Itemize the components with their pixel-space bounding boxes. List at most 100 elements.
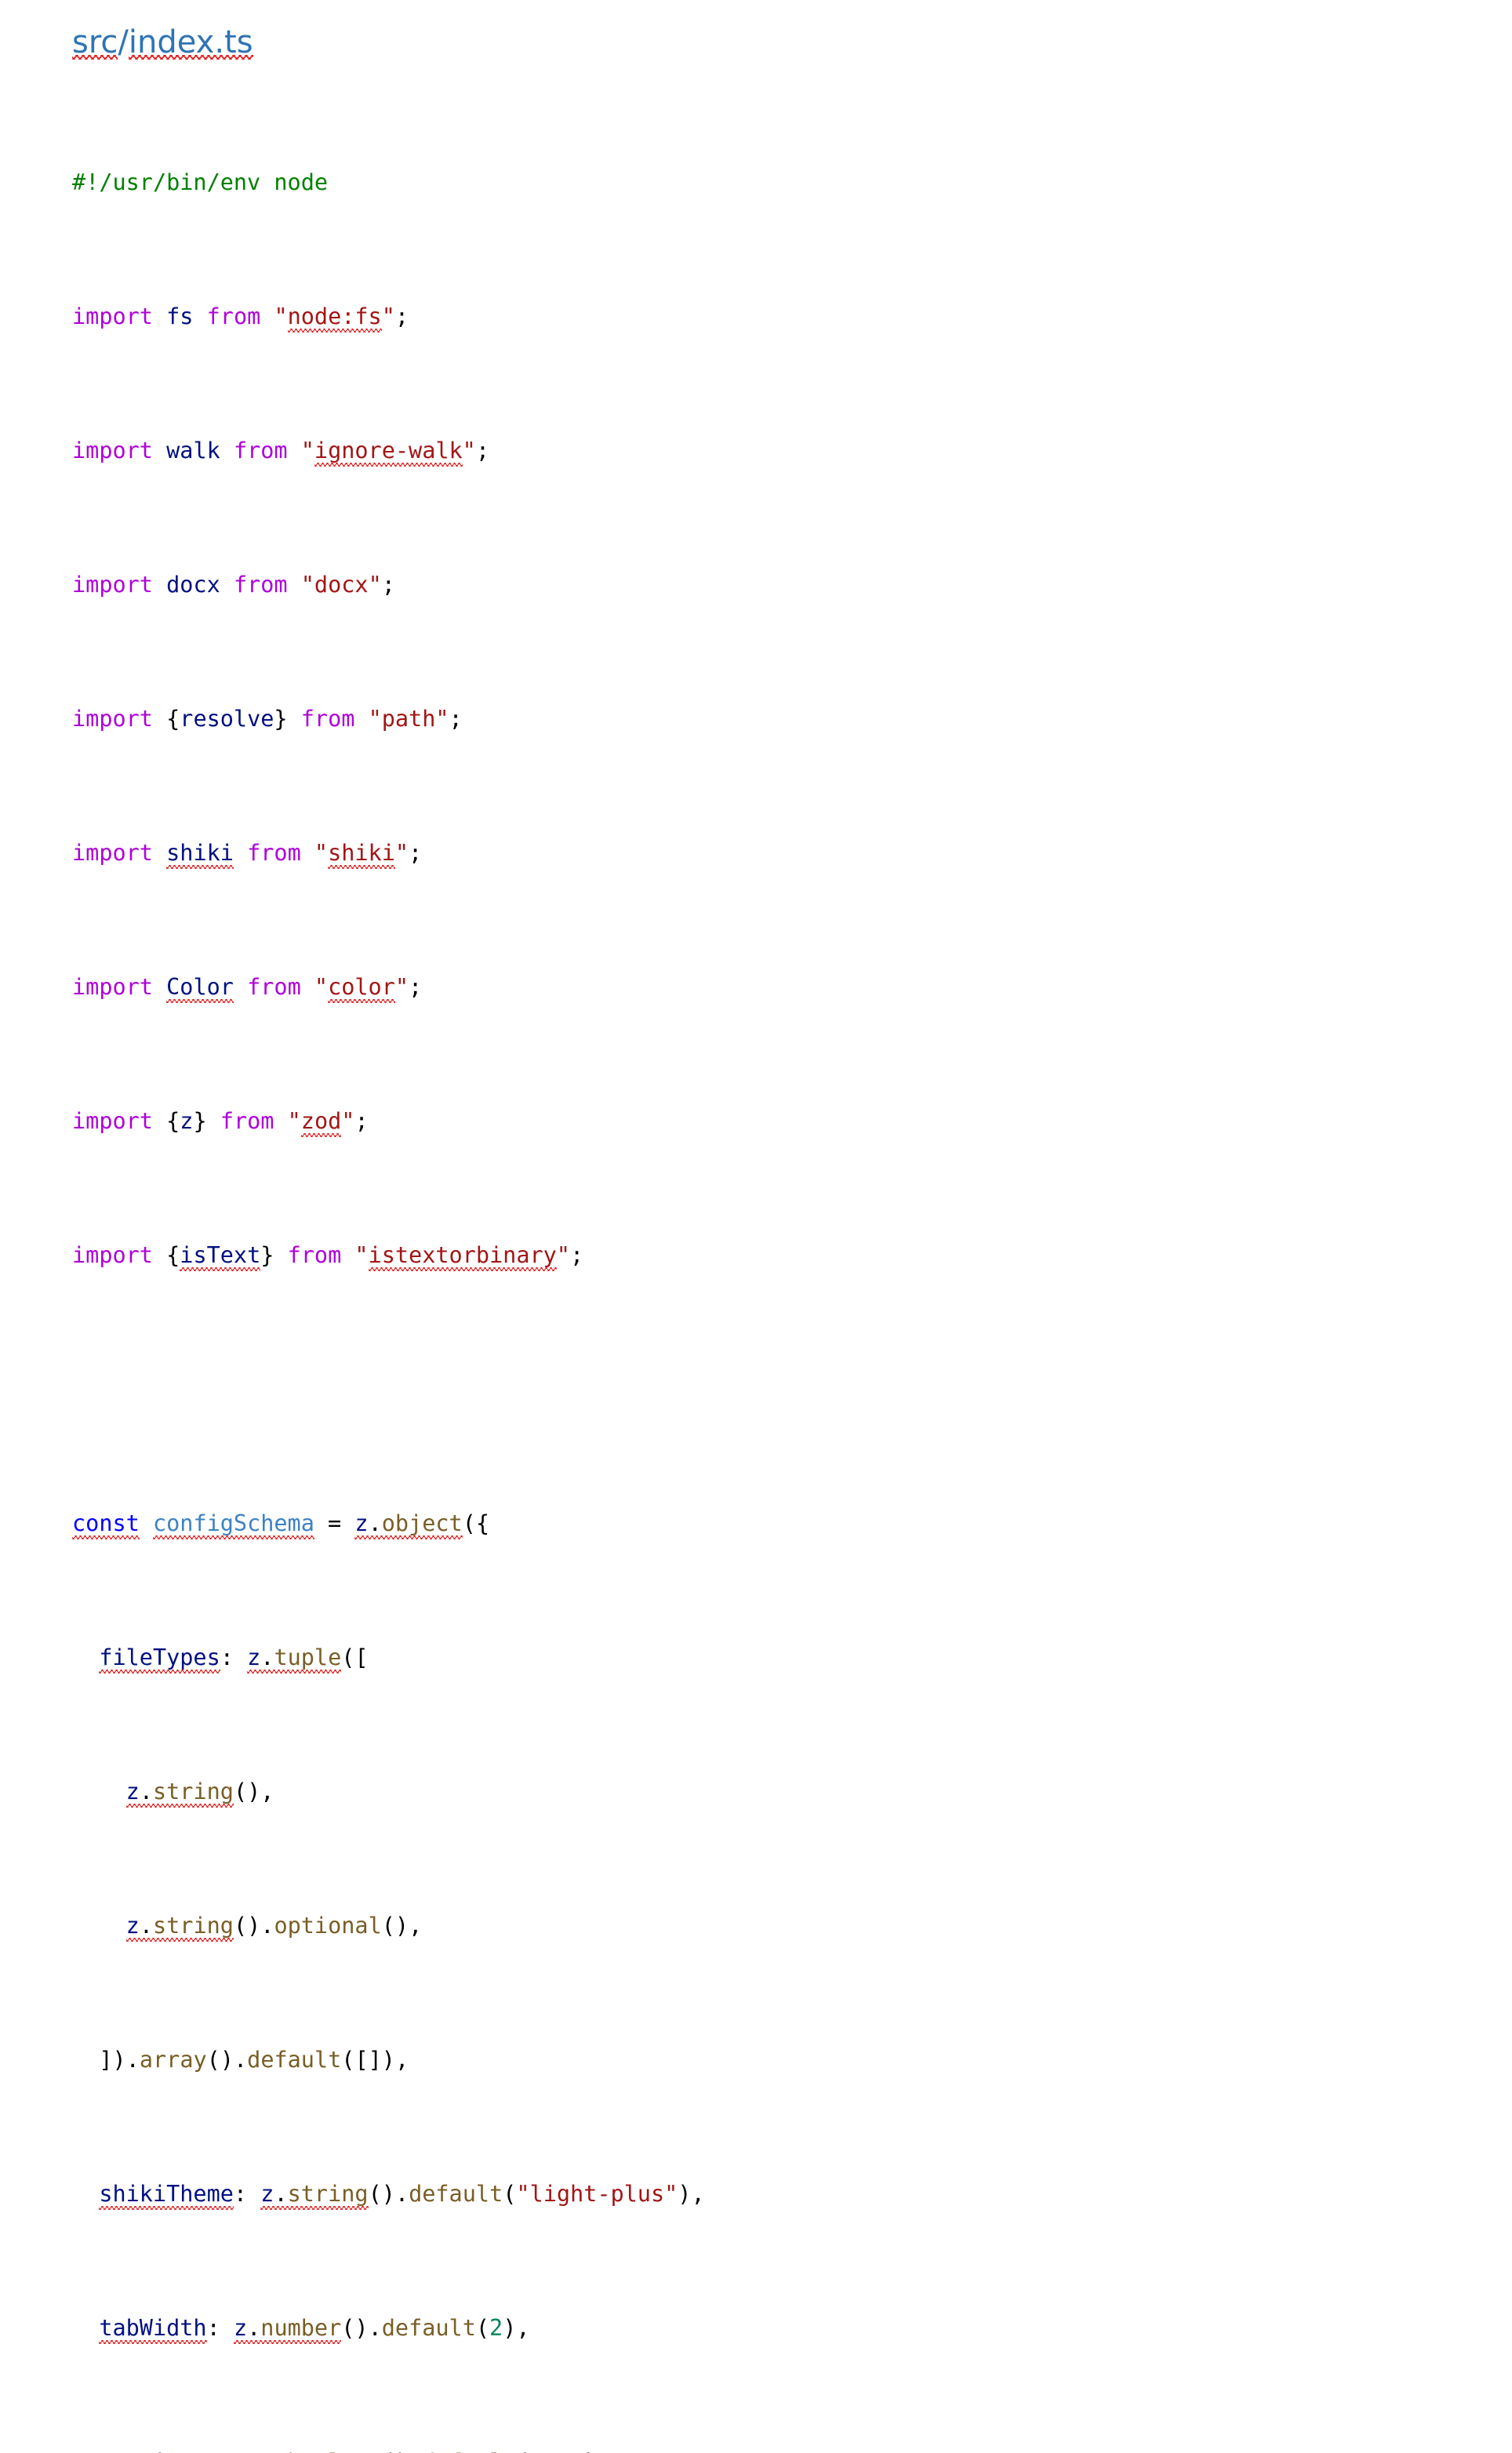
tok-kw-from: from bbox=[287, 1241, 342, 1268]
tok-lparen: ( bbox=[233, 1912, 248, 1939]
tok-z-boolean-group: z.boolean bbox=[260, 2449, 381, 2453]
code-line-17: tabWidth: z.number().default(2), bbox=[72, 2314, 1512, 2345]
tok-rparen: ) bbox=[381, 2180, 395, 2207]
tok-kw-from: from bbox=[300, 705, 355, 732]
tok-space bbox=[153, 840, 166, 866]
tok-module-path: path bbox=[381, 705, 436, 732]
tok-kw-import: import bbox=[72, 705, 153, 732]
tok-module-ignore-walk: ignore-walk bbox=[314, 437, 463, 467]
tok-dot: . bbox=[139, 1912, 153, 1939]
tok-literal-true: true bbox=[530, 2449, 584, 2453]
tok-semicolon: ; bbox=[381, 571, 395, 598]
tok-method-string: string bbox=[152, 1778, 234, 1804]
tok-quote: " bbox=[287, 1107, 301, 1134]
tok-space bbox=[193, 303, 206, 329]
tok-semicolon: ; bbox=[449, 705, 463, 732]
heading-slash: / bbox=[118, 24, 129, 60]
tok-lparen: ( bbox=[341, 2314, 355, 2341]
tok-space bbox=[260, 303, 274, 329]
tok-dot: . bbox=[368, 1510, 382, 1536]
tok-dot: . bbox=[394, 2180, 409, 2207]
tok-space bbox=[234, 840, 247, 866]
tok-kw-const: const bbox=[72, 1510, 140, 1540]
tok-dot: . bbox=[274, 2180, 288, 2207]
tok-indent bbox=[72, 1913, 126, 1939]
code-line-13: z.string(), bbox=[72, 1778, 1512, 1808]
code-line-15: ]).array().default([]), bbox=[72, 2047, 1512, 2073]
tok-quote: " bbox=[314, 973, 329, 1000]
tok-rparen: ) bbox=[503, 2314, 517, 2341]
tok-lparen: ( bbox=[233, 1778, 248, 1804]
code-line-4: import docx from "docx"; bbox=[72, 572, 1512, 598]
tok-kw-import: import bbox=[72, 303, 153, 329]
tok-binding-walk: walk bbox=[166, 437, 220, 463]
tok-space bbox=[288, 438, 301, 463]
tok-dot: . bbox=[247, 2314, 261, 2341]
tok-space bbox=[247, 2449, 260, 2453]
tok-space bbox=[220, 572, 234, 598]
code-line-14: z.string().optional(), bbox=[72, 1912, 1512, 1942]
tok-semicolon: ; bbox=[475, 437, 490, 463]
tok-dot: . bbox=[139, 1778, 153, 1804]
tok-indent bbox=[72, 2047, 99, 2073]
tok-z: z bbox=[247, 1644, 261, 1670]
tok-z-number-group: z.number bbox=[233, 2314, 342, 2345]
tok-lparen: ( bbox=[462, 1510, 476, 1536]
tok-quote: " bbox=[462, 437, 476, 463]
tok-number-2: 2 bbox=[489, 2314, 503, 2341]
tok-semicolon: ; bbox=[394, 303, 409, 329]
tok-indent bbox=[72, 1779, 126, 1804]
tok-z: z bbox=[260, 2449, 274, 2453]
tok-z-string-group: z.string bbox=[260, 2180, 369, 2211]
tok-quote: " bbox=[394, 839, 409, 866]
tok-method-default: default bbox=[247, 2046, 342, 2073]
tok-dot: . bbox=[260, 1644, 274, 1670]
tok-rparen: ) bbox=[394, 1912, 409, 1939]
tok-comma: , bbox=[260, 1778, 274, 1804]
tok-space bbox=[153, 1242, 166, 1268]
tok-rbracket: ] bbox=[99, 2046, 113, 2073]
tok-module-zod: zod bbox=[300, 1107, 342, 1138]
tok-binding-resolve: resolve bbox=[180, 705, 274, 732]
code-line-11: const configSchema = z.object({ bbox=[72, 1510, 1512, 1540]
tok-indent bbox=[72, 2181, 99, 2207]
tok-comma: , bbox=[409, 1912, 423, 1939]
tok-method-tuple: tuple bbox=[274, 1644, 342, 1670]
code-block: #!/usr/bin/env node import fs from "node… bbox=[72, 62, 1512, 2453]
tok-module-istextorbinary: istextorbinary bbox=[368, 1241, 558, 1272]
code-line-5: import {resolve} from "path"; bbox=[72, 706, 1512, 732]
tok-z-tuple-group: z.tuple bbox=[247, 1644, 342, 1674]
code-line-1: #!/usr/bin/env node bbox=[72, 169, 1512, 196]
tok-space bbox=[301, 974, 314, 1000]
tok-lbracket: [ bbox=[354, 1644, 369, 1670]
tok-space bbox=[153, 706, 166, 732]
tok-string-light-plus: light-plus bbox=[529, 2180, 665, 2207]
tok-lbrace: { bbox=[166, 1241, 180, 1268]
heading-word-index-ts: index.ts bbox=[128, 24, 253, 60]
tok-space bbox=[153, 1108, 166, 1134]
tok-comma: , bbox=[691, 2180, 705, 2207]
tok-rparen: ) bbox=[112, 2046, 126, 2073]
tok-module-shiki: shiki bbox=[328, 839, 395, 870]
tok-quote: " bbox=[516, 2180, 530, 2207]
tok-method-default: default bbox=[381, 2314, 476, 2341]
code-line-2: import fs from "node:fs"; bbox=[72, 303, 1512, 333]
tok-z-object-group: z.object bbox=[354, 1510, 463, 1540]
tok-comma: , bbox=[516, 2314, 530, 2341]
tok-binding-fs: fs bbox=[166, 303, 194, 329]
tok-method-number: number bbox=[260, 2314, 342, 2341]
tok-module-docx: docx bbox=[314, 571, 369, 598]
tok-z: z bbox=[125, 1912, 140, 1939]
document-body: src/index.ts #!/usr/bin/env node import … bbox=[0, 0, 1512, 2453]
tok-kw-from: from bbox=[247, 839, 301, 866]
tok-space bbox=[288, 706, 301, 732]
tok-lbrace: { bbox=[166, 1107, 180, 1134]
tok-kw-import: import bbox=[72, 571, 153, 598]
tok-space bbox=[234, 1644, 247, 1670]
tok-dot: . bbox=[409, 2449, 422, 2453]
tok-semicolon: ; bbox=[569, 1241, 584, 1268]
tok-space bbox=[153, 974, 166, 1000]
tok-dot: . bbox=[125, 2046, 140, 2073]
tok-space bbox=[153, 572, 166, 598]
tok-lparen: ( bbox=[475, 2314, 490, 2341]
